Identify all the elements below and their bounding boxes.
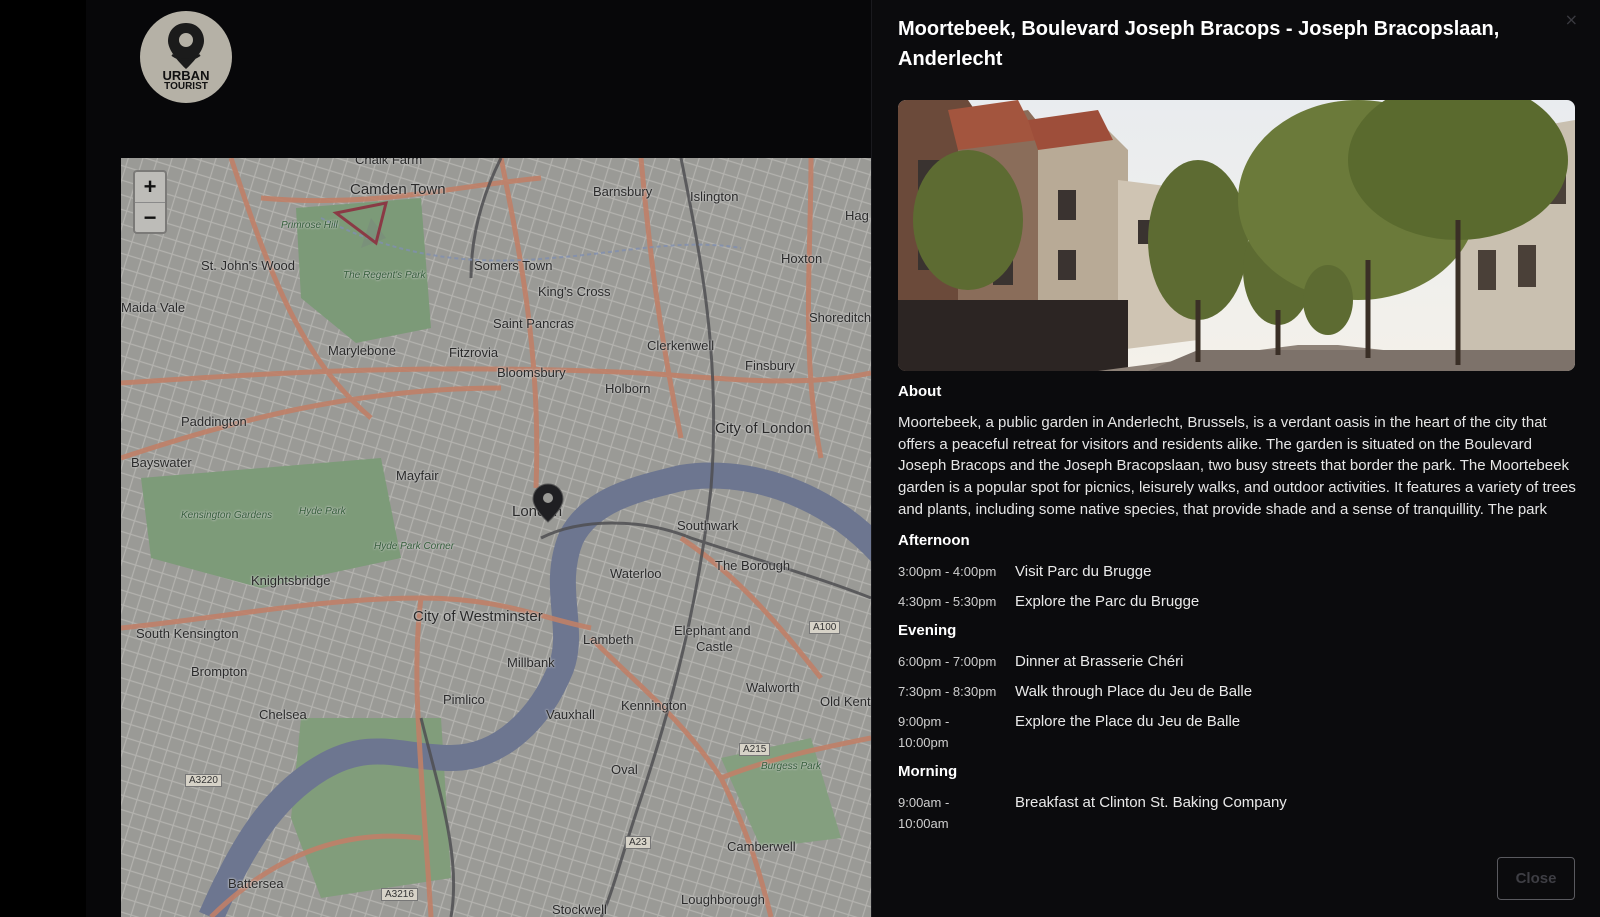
map-label: Islington bbox=[690, 189, 739, 204]
map-label: Battersea bbox=[228, 876, 284, 891]
map-view[interactable]: Camden Town Barnsbury Islington Hoxton S… bbox=[121, 158, 871, 917]
map-label: Marylebone bbox=[328, 343, 396, 358]
itinerary-activity: Walk through Place du Jeu de Balle bbox=[1015, 682, 1253, 700]
urban-tourist-logo[interactable]: URBAN TOURIST bbox=[140, 11, 232, 103]
itinerary-row: 9:00am - 10:00am Breakfast at Clinton St… bbox=[898, 792, 1580, 834]
map-pin-icon bbox=[168, 23, 204, 69]
itinerary-time: 9:00pm - 10:00pm bbox=[898, 713, 950, 750]
itinerary-time: 6:00pm - 7:00pm bbox=[898, 653, 997, 669]
map-label: Saint Pancras bbox=[493, 316, 574, 331]
road-badge: A3220 bbox=[185, 774, 222, 787]
panel-scroll-content[interactable]: About Moortebeek, a public garden in And… bbox=[898, 382, 1580, 850]
itinerary-row: 7:30pm - 8:30pm Walk through Place du Je… bbox=[898, 681, 1580, 702]
park-label: Primrose Hill bbox=[281, 220, 338, 231]
map-label: City of Westminster bbox=[413, 608, 543, 625]
map-label: Hag bbox=[845, 208, 869, 223]
place-title: Moortebeek, Boulevard Joseph Bracops - J… bbox=[898, 18, 1500, 70]
detail-panel: × Moortebeek, Boulevard Joseph Bracops -… bbox=[871, 0, 1600, 917]
map-label: Pimlico bbox=[443, 692, 485, 707]
logo-text-tourist: TOURIST bbox=[164, 81, 208, 92]
map-label: Chelsea bbox=[259, 707, 307, 722]
map-label: Barnsbury bbox=[593, 184, 653, 199]
zoom-out-button[interactable]: − bbox=[135, 202, 165, 232]
close-icon[interactable]: × bbox=[1565, 10, 1578, 29]
map-label: Bayswater bbox=[131, 455, 192, 470]
map-label: Brompton bbox=[191, 664, 248, 679]
road-badge: A100 bbox=[809, 621, 841, 634]
park-label: Burgess Park bbox=[761, 761, 822, 772]
map-label: Chalk Farm bbox=[355, 158, 423, 167]
map-label: Lambeth bbox=[583, 632, 634, 647]
itinerary-activity: Breakfast at Clinton St. Baking Company bbox=[1015, 793, 1287, 811]
map-label: Vauxhall bbox=[546, 707, 595, 722]
map-label: Loughborough bbox=[681, 892, 765, 907]
itinerary-activity: Dinner at Brasserie Chéri bbox=[1015, 652, 1184, 670]
map-label: Somers Town bbox=[474, 258, 553, 273]
app-window: URBAN TOURIST Camden Town Barnsbury Isli… bbox=[0, 0, 1600, 917]
section-heading-afternoon: Afternoon bbox=[898, 531, 970, 549]
park-label: Hyde Park bbox=[299, 506, 346, 517]
map-label: Knightsbridge bbox=[251, 573, 331, 588]
map-label: Paddington bbox=[181, 414, 247, 429]
map-label: Stockwell bbox=[552, 902, 607, 917]
road-badge: A23 bbox=[625, 836, 651, 849]
itinerary-row: 4:30pm - 5:30pm Explore the Parc du Brug… bbox=[898, 591, 1580, 612]
map-label: Walworth bbox=[746, 680, 800, 695]
map-label: Waterloo bbox=[610, 566, 662, 581]
itinerary-activity: Visit Parc du Brugge bbox=[1015, 562, 1152, 580]
map-label: Hoxton bbox=[781, 251, 823, 266]
map-label: Camberwell bbox=[727, 839, 796, 854]
itinerary-row: 3:00pm - 4:00pm Visit Parc du Brugge bbox=[898, 561, 1580, 582]
itinerary-time: 3:00pm - 4:00pm bbox=[898, 563, 997, 579]
close-button[interactable]: Close bbox=[1497, 857, 1575, 900]
map-label: Kennington bbox=[621, 698, 687, 713]
section-heading-evening: Evening bbox=[898, 621, 957, 639]
itinerary-activity: Explore the Place du Jeu de Balle bbox=[1015, 712, 1241, 730]
map-label: Southwark bbox=[677, 518, 739, 533]
map-label: South Kensington bbox=[136, 626, 239, 641]
street-photo-image bbox=[898, 100, 1575, 371]
park-label: Kensington Gardens bbox=[181, 510, 273, 521]
road-badge: A3216 bbox=[381, 888, 418, 901]
map-label: Mayfair bbox=[396, 468, 439, 483]
zoom-in-button[interactable]: + bbox=[135, 172, 165, 202]
map-label: The Borough bbox=[715, 558, 791, 573]
itinerary-row: 6:00pm - 7:00pm Dinner at Brasserie Chér… bbox=[898, 651, 1580, 672]
itinerary-time: 4:30pm - 5:30pm bbox=[898, 593, 997, 609]
map-label: City of London bbox=[715, 420, 812, 437]
map-label: Shoreditch bbox=[809, 310, 871, 325]
map-label: Elephant and bbox=[674, 623, 751, 638]
about-heading: About bbox=[898, 383, 942, 400]
itinerary-time: 7:30pm - 8:30pm bbox=[898, 683, 997, 699]
map-label: Bloomsbury bbox=[497, 365, 566, 380]
map-label: Camden Town bbox=[350, 181, 446, 198]
map-label: Old Kent bbox=[820, 694, 871, 709]
map-label: Oval bbox=[611, 762, 638, 777]
left-backdrop bbox=[0, 0, 86, 917]
map-label: Clerkenwell bbox=[647, 338, 715, 353]
road-badge: A215 bbox=[739, 743, 771, 756]
park-label: Hyde Park Corner bbox=[374, 541, 455, 552]
map-label: Holborn bbox=[605, 381, 651, 396]
about-text: Moortebeek, a public garden in Anderlech… bbox=[898, 414, 1576, 518]
park-label: The Regent's Park bbox=[343, 270, 426, 281]
location-marker-icon[interactable] bbox=[532, 483, 564, 523]
map-label: Castle bbox=[696, 639, 733, 654]
section-heading-morning: Morning bbox=[898, 762, 958, 780]
map-label: Millbank bbox=[507, 655, 555, 670]
itinerary-activity: Explore the Parc du Brugge bbox=[1015, 592, 1200, 610]
map-label: Maida Vale bbox=[121, 300, 186, 315]
itinerary-row: 9:00pm - 10:00pm Explore the Place du Je… bbox=[898, 711, 1580, 753]
map-label: St. John's Wood bbox=[201, 258, 296, 273]
map-label: King's Cross bbox=[538, 284, 611, 299]
place-photo bbox=[898, 100, 1575, 371]
map-label: Fitzrovia bbox=[449, 345, 499, 360]
map-label: Finsbury bbox=[745, 358, 795, 373]
zoom-control: + − bbox=[133, 170, 167, 234]
itinerary-time: 9:00am - 10:00am bbox=[898, 794, 950, 831]
